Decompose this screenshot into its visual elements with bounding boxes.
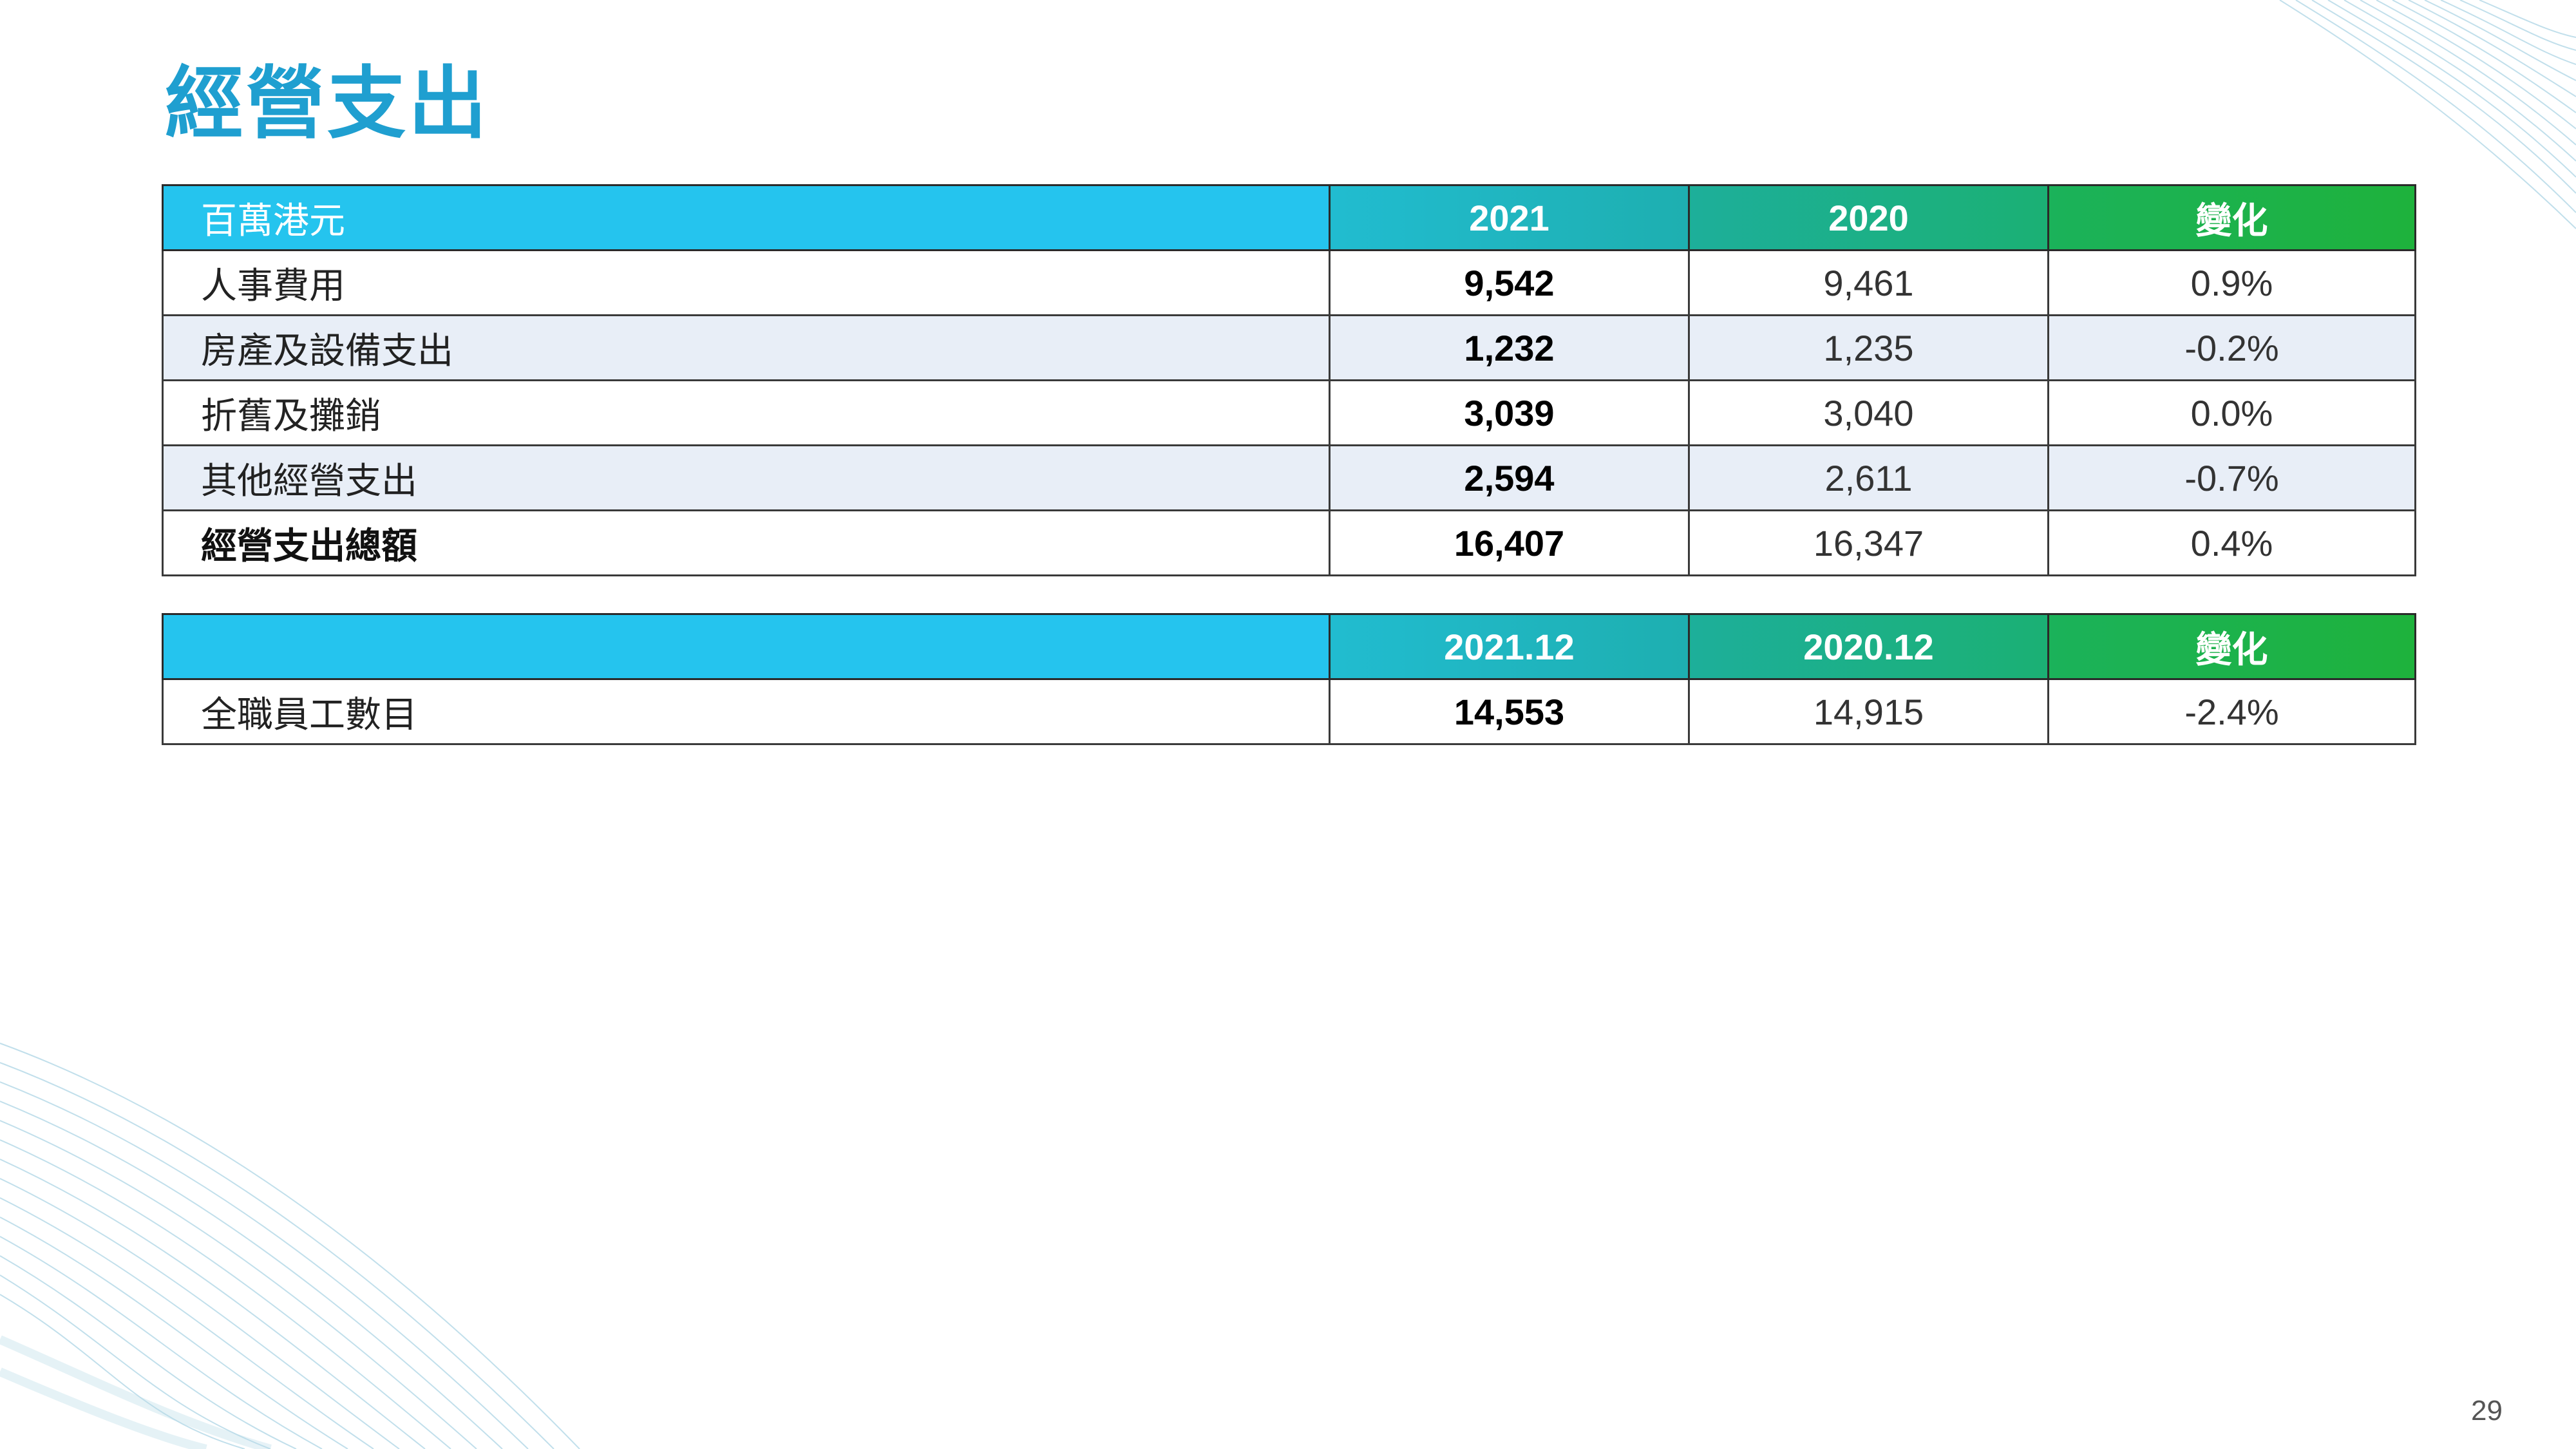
header-date-current: 2021.12 <box>1329 613 1690 680</box>
value-change: 0.4% <box>2047 509 2416 576</box>
value-change: -0.7% <box>2047 444 2416 511</box>
header-unit: 百萬港元 <box>162 184 1331 251</box>
value-current: 9,542 <box>1329 249 1690 316</box>
page-title: 經營支出 <box>165 60 489 147</box>
header-year-previous: 2020 <box>1688 184 2049 251</box>
table-row: 全職員工數目 14,553 14,915 -2.4% <box>162 678 2416 745</box>
row-label: 經營支出總額 <box>162 509 1331 576</box>
table-row: 其他經營支出 2,594 2,611 -0.7% <box>162 444 2416 511</box>
row-label: 其他經營支出 <box>162 444 1331 511</box>
value-previous: 16,347 <box>1688 509 2049 576</box>
header-blank <box>162 613 1331 680</box>
value-change: -0.2% <box>2047 314 2416 381</box>
table-row-total: 經營支出總額 16,407 16,347 0.4% <box>162 509 2416 576</box>
decorative-wave-bottom-left <box>0 1043 580 1449</box>
value-previous: 14,915 <box>1688 678 2049 745</box>
value-change: 0.0% <box>2047 379 2416 446</box>
table-row: 折舊及攤銷 3,039 3,040 0.0% <box>162 379 2416 446</box>
headcount-table: 2021.12 2020.12 變化 全職員工數目 14,553 14,915 … <box>162 613 2416 745</box>
value-change: 0.9% <box>2047 249 2416 316</box>
header-year-current: 2021 <box>1329 184 1690 251</box>
value-current: 1,232 <box>1329 314 1690 381</box>
row-label: 全職員工數目 <box>162 678 1331 745</box>
operating-expenses-table: 百萬港元 2021 2020 變化 人事費用 9,542 9,461 0.9% … <box>162 184 2416 576</box>
row-label: 房產及設備支出 <box>162 314 1331 381</box>
value-previous: 2,611 <box>1688 444 2049 511</box>
value-current: 14,553 <box>1329 678 1690 745</box>
value-change: -2.4% <box>2047 678 2416 745</box>
value-previous: 1,235 <box>1688 314 2049 381</box>
header-change: 變化 <box>2047 613 2416 680</box>
page-number: 29 <box>2471 1395 2503 1426</box>
value-current: 2,594 <box>1329 444 1690 511</box>
table-row: 房產及設備支出 1,232 1,235 -0.2% <box>162 314 2416 381</box>
table-row: 人事費用 9,542 9,461 0.9% <box>162 249 2416 316</box>
value-current: 3,039 <box>1329 379 1690 446</box>
row-label: 折舊及攤銷 <box>162 379 1331 446</box>
table-header-row: 百萬港元 2021 2020 變化 <box>162 184 2416 251</box>
header-change: 變化 <box>2047 184 2416 251</box>
header-date-previous: 2020.12 <box>1688 613 2049 680</box>
row-label: 人事費用 <box>162 249 1331 316</box>
table-header-row: 2021.12 2020.12 變化 <box>162 613 2416 680</box>
value-previous: 3,040 <box>1688 379 2049 446</box>
value-previous: 9,461 <box>1688 249 2049 316</box>
value-current: 16,407 <box>1329 509 1690 576</box>
